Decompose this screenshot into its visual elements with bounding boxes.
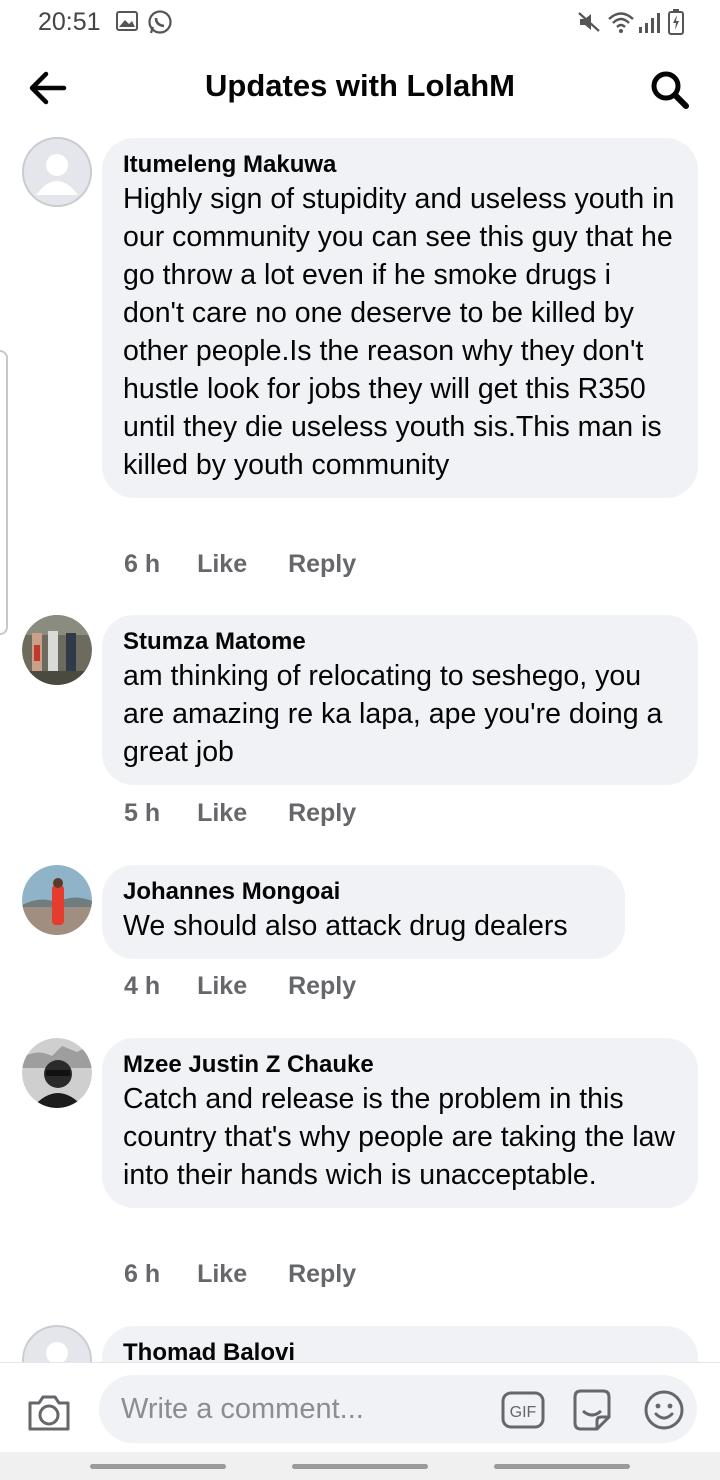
- app-header: Updates with LolahM: [0, 50, 720, 130]
- avatar[interactable]: [22, 615, 92, 685]
- page-title: Updates with LolahM: [205, 68, 515, 103]
- comment-bubble[interactable]: Stumza Matome am thinking of relocating …: [102, 615, 698, 785]
- avatar[interactable]: [22, 137, 92, 207]
- whatsapp-icon: [147, 9, 173, 40]
- system-nav-bar: [0, 1452, 720, 1480]
- comment-text: Catch and release is the problem in this…: [123, 1083, 676, 1191]
- comment-actions: 6 h Like Reply: [124, 550, 356, 579]
- comment-composer: Write a comment... GIF: [0, 1362, 720, 1452]
- reply-button[interactable]: Reply: [288, 972, 356, 1001]
- battery-icon: [668, 9, 684, 40]
- comment-text: Highly sign of stupidity and useless you…: [123, 183, 675, 481]
- sticker-icon[interactable]: [569, 1387, 615, 1433]
- comment-time: 6 h: [124, 1260, 161, 1288]
- comment-time: 6 h: [124, 550, 161, 578]
- like-button[interactable]: Like: [197, 972, 247, 1001]
- wifi-icon: [607, 10, 635, 39]
- comment-actions: 5 h Like Reply: [124, 799, 356, 828]
- comment-bubble[interactable]: Johannes Mongoai We should also attack d…: [102, 865, 625, 959]
- emoji-icon[interactable]: [643, 1389, 685, 1431]
- like-button[interactable]: Like: [197, 799, 247, 828]
- comment-bubble[interactable]: Itumeleng Makuwa Highly sign of stupidit…: [102, 138, 698, 498]
- comment-author[interactable]: Mzee Justin Z Chauke: [123, 1050, 678, 1080]
- gif-label: GIF: [510, 1404, 537, 1421]
- like-button[interactable]: Like: [197, 550, 247, 579]
- comment-text: We should also attack drug dealers: [123, 910, 568, 942]
- status-bar: 20:51: [0, 0, 720, 46]
- comment-input[interactable]: Write a comment... GIF: [99, 1375, 697, 1443]
- nav-home-button[interactable]: [292, 1464, 428, 1469]
- signal-icon: [638, 12, 660, 39]
- camera-icon[interactable]: [26, 1391, 72, 1435]
- comment-placeholder: Write a comment...: [121, 1393, 364, 1425]
- comment-author[interactable]: Johannes Mongoai: [123, 877, 605, 907]
- thread-line: [0, 350, 8, 635]
- comment-actions: 6 h Like Reply: [124, 1260, 356, 1289]
- comment-author[interactable]: Stumza Matome: [123, 627, 678, 657]
- comment-actions: 4 h Like Reply: [124, 972, 356, 1001]
- nav-recents-button[interactable]: [90, 1464, 226, 1469]
- reply-button[interactable]: Reply: [288, 550, 356, 579]
- avatar[interactable]: [22, 865, 92, 935]
- comment-bubble[interactable]: Mzee Justin Z Chauke Catch and release i…: [102, 1038, 698, 1208]
- comment-time: 5 h: [124, 799, 161, 827]
- like-button[interactable]: Like: [197, 1260, 247, 1289]
- gallery-icon: [116, 11, 138, 36]
- comment-text: am thinking of relocating to seshego, yo…: [123, 660, 663, 768]
- status-time: 20:51: [38, 8, 101, 36]
- avatar[interactable]: [22, 1038, 92, 1108]
- reply-button[interactable]: Reply: [288, 1260, 356, 1289]
- comment-author[interactable]: Itumeleng Makuwa: [123, 150, 678, 180]
- search-icon[interactable]: [646, 66, 694, 114]
- comment-time: 4 h: [124, 972, 161, 1000]
- nav-back-button[interactable]: [494, 1464, 630, 1469]
- mute-icon: [577, 11, 601, 38]
- reply-button[interactable]: Reply: [288, 799, 356, 828]
- gif-icon[interactable]: GIF: [501, 1391, 545, 1429]
